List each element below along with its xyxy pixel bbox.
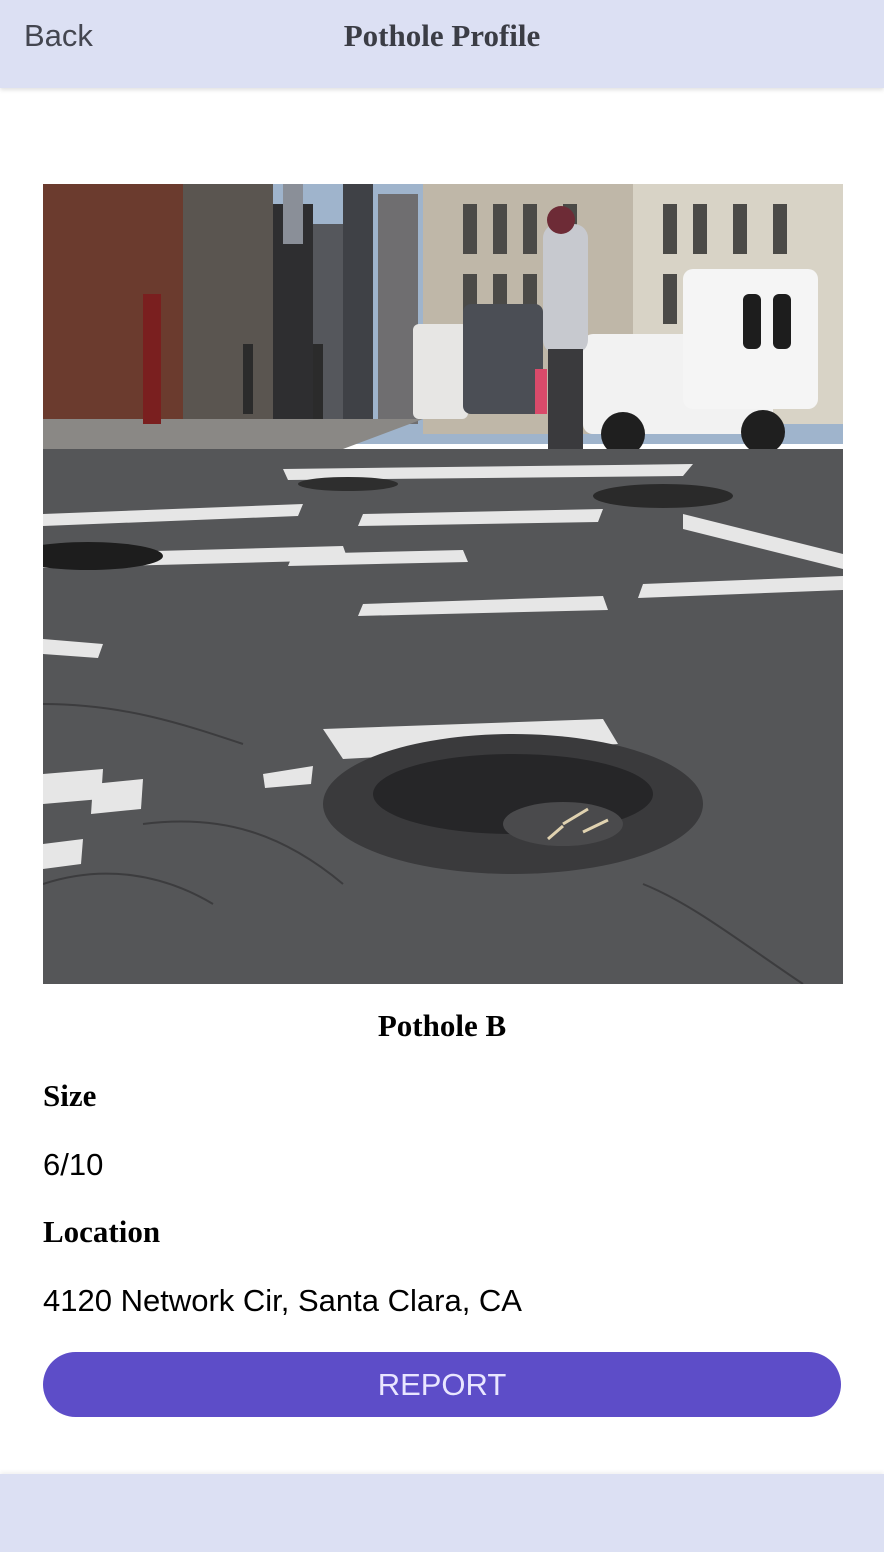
pothole-name: Pothole B bbox=[377, 1008, 507, 1043]
size-label: Size bbox=[43, 1078, 97, 1113]
page-title: Pothole Profile bbox=[343, 18, 541, 53]
size-value: 6/10 bbox=[43, 1147, 104, 1182]
top-nav-bar: Back Pothole Profile bbox=[0, 0, 884, 88]
location-value: 4120 Network Cir, Santa Clara, CA bbox=[43, 1283, 522, 1318]
location-label: Location bbox=[43, 1214, 161, 1249]
bottom-bar bbox=[0, 1474, 884, 1552]
report-button[interactable]: REPORT bbox=[43, 1352, 841, 1417]
pothole-photo bbox=[43, 184, 843, 984]
